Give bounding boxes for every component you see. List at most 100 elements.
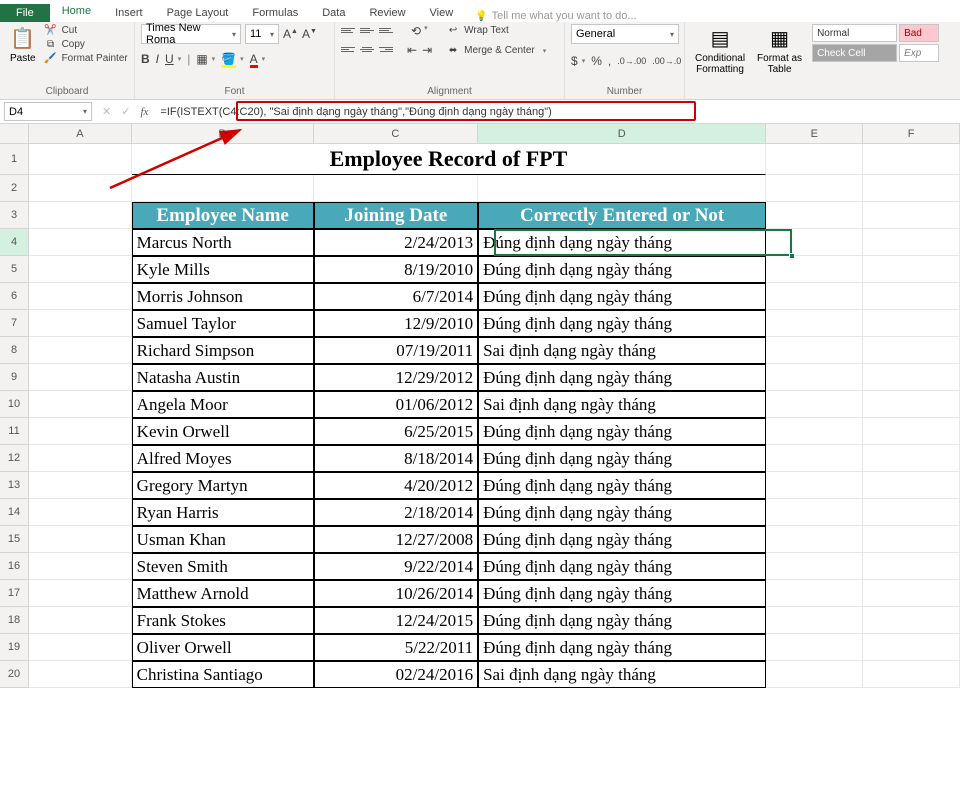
cell-E20[interactable] (766, 661, 863, 688)
merge-center-button[interactable]: ⬌Merge & Center▾ (446, 44, 546, 57)
col-header-C[interactable]: C (314, 124, 479, 143)
row-header-1[interactable]: 1 (0, 144, 29, 175)
cell-F10[interactable] (863, 391, 960, 418)
table-header-status[interactable]: Correctly Entered or Not (478, 202, 766, 229)
table-cell-name[interactable]: Oliver Orwell (132, 634, 314, 661)
name-box[interactable]: D4▾ (4, 102, 92, 121)
cell-E10[interactable] (766, 391, 863, 418)
table-cell-status[interactable]: Đúng định dạng ngày tháng (478, 445, 766, 472)
row-header-14[interactable]: 14 (0, 499, 29, 526)
italic-button[interactable]: I (156, 52, 159, 66)
cell-E14[interactable] (766, 499, 863, 526)
wrap-text-button[interactable]: ↩Wrap Text (446, 24, 546, 37)
orientation-button[interactable]: ⟲ (411, 24, 421, 38)
increase-font-button[interactable]: A▲ (283, 27, 298, 41)
row-header-12[interactable]: 12 (0, 445, 29, 472)
align-right-button[interactable] (379, 43, 393, 55)
table-cell-name[interactable]: Marcus North (132, 229, 314, 256)
cell-F7[interactable] (863, 310, 960, 337)
cell-D2[interactable] (478, 175, 766, 202)
cell-A20[interactable] (29, 661, 132, 688)
row-header-9[interactable]: 9 (0, 364, 29, 391)
row-header-16[interactable]: 16 (0, 553, 29, 580)
tab-formulas[interactable]: Formulas (240, 4, 310, 22)
table-cell-status[interactable]: Đúng định dạng ngày tháng (478, 229, 766, 256)
cell-E13[interactable] (766, 472, 863, 499)
row-header-20[interactable]: 20 (0, 661, 29, 688)
cell-F8[interactable] (863, 337, 960, 364)
table-cell-date[interactable]: 2/24/2013 (314, 229, 479, 256)
row-header-7[interactable]: 7 (0, 310, 29, 337)
cell-F19[interactable] (863, 634, 960, 661)
table-cell-date[interactable]: 6/25/2015 (314, 418, 479, 445)
font-color-button[interactable]: A (250, 52, 258, 66)
table-cell-status[interactable]: Đúng định dạng ngày tháng (478, 283, 766, 310)
select-all-corner[interactable] (0, 124, 29, 143)
table-cell-status[interactable]: Đúng định dạng ngày tháng (478, 310, 766, 337)
cell-E4[interactable] (766, 229, 863, 256)
row-header-13[interactable]: 13 (0, 472, 29, 499)
border-button[interactable]: ▦ (196, 52, 207, 66)
tab-home[interactable]: Home (50, 2, 103, 22)
number-format-combo[interactable]: General▾ (571, 24, 679, 44)
table-cell-name[interactable]: Ryan Harris (132, 499, 314, 526)
cut-button[interactable]: ✂️Cut (44, 24, 128, 37)
font-name-combo[interactable]: Times New Roma▾ (141, 24, 241, 44)
table-cell-date[interactable]: 9/22/2014 (314, 553, 479, 580)
table-cell-status[interactable]: Đúng định dạng ngày tháng (478, 607, 766, 634)
cell-F6[interactable] (863, 283, 960, 310)
cell-F16[interactable] (863, 553, 960, 580)
row-header-17[interactable]: 17 (0, 580, 29, 607)
cell-E3[interactable] (766, 202, 863, 229)
cell-E12[interactable] (766, 445, 863, 472)
align-bottom-button[interactable] (379, 24, 393, 36)
cell-A5[interactable] (29, 256, 132, 283)
table-header-name[interactable]: Employee Name (132, 202, 314, 229)
cell-E11[interactable] (766, 418, 863, 445)
cell-E5[interactable] (766, 256, 863, 283)
table-cell-status[interactable]: Đúng định dạng ngày tháng (478, 418, 766, 445)
table-cell-date[interactable]: 12/27/2008 (314, 526, 479, 553)
cell-F15[interactable] (863, 526, 960, 553)
paste-button[interactable]: 📋 Paste (6, 24, 40, 66)
cell-A3[interactable] (29, 202, 132, 229)
table-cell-status[interactable]: Sai định dạng ngày tháng (478, 391, 766, 418)
table-cell-name[interactable]: Christina Santiago (132, 661, 314, 688)
table-cell-date[interactable]: 10/26/2014 (314, 580, 479, 607)
table-cell-status[interactable]: Đúng định dạng ngày tháng (478, 472, 766, 499)
tab-insert[interactable]: Insert (103, 4, 155, 22)
tab-review[interactable]: Review (357, 4, 417, 22)
cell-styles-gallery[interactable]: Normal Bad Check Cell Exp (812, 24, 939, 62)
table-cell-date[interactable]: 6/7/2014 (314, 283, 479, 310)
col-header-E[interactable]: E (766, 124, 863, 143)
col-header-D[interactable]: D (478, 124, 766, 143)
cell-A1[interactable] (29, 144, 132, 175)
accounting-format-button[interactable]: $ (571, 54, 578, 68)
cell-A12[interactable] (29, 445, 132, 472)
row-header-18[interactable]: 18 (0, 607, 29, 634)
cell-C2[interactable] (314, 175, 479, 202)
cancel-formula-button[interactable]: ✕ (102, 105, 111, 118)
font-size-combo[interactable]: 11▾ (245, 24, 279, 44)
cell-F18[interactable] (863, 607, 960, 634)
row-header-15[interactable]: 15 (0, 526, 29, 553)
table-cell-date[interactable]: 12/24/2015 (314, 607, 479, 634)
table-header-date[interactable]: Joining Date (314, 202, 479, 229)
comma-format-button[interactable]: , (608, 54, 611, 68)
fill-color-button[interactable]: 🪣 (221, 52, 236, 66)
table-cell-status[interactable]: Sai định dạng ngày tháng (478, 661, 766, 688)
table-cell-status[interactable]: Đúng định dạng ngày tháng (478, 580, 766, 607)
table-cell-name[interactable]: Usman Khan (132, 526, 314, 553)
title-cell[interactable]: Employee Record of FPT (132, 144, 766, 175)
format-as-table-button[interactable]: ▦ Format as Table (753, 24, 806, 77)
table-cell-date[interactable]: 12/29/2012 (314, 364, 479, 391)
style-explanatory[interactable]: Exp (899, 44, 939, 62)
table-cell-status[interactable]: Sai định dạng ngày tháng (478, 337, 766, 364)
table-cell-name[interactable]: Matthew Arnold (132, 580, 314, 607)
enter-formula-button[interactable]: ✓ (121, 105, 130, 118)
row-header-19[interactable]: 19 (0, 634, 29, 661)
cell-F1[interactable] (863, 144, 960, 175)
cell-B2[interactable] (132, 175, 314, 202)
row-header-4[interactable]: 4 (0, 229, 29, 256)
table-cell-status[interactable]: Đúng định dạng ngày tháng (478, 553, 766, 580)
